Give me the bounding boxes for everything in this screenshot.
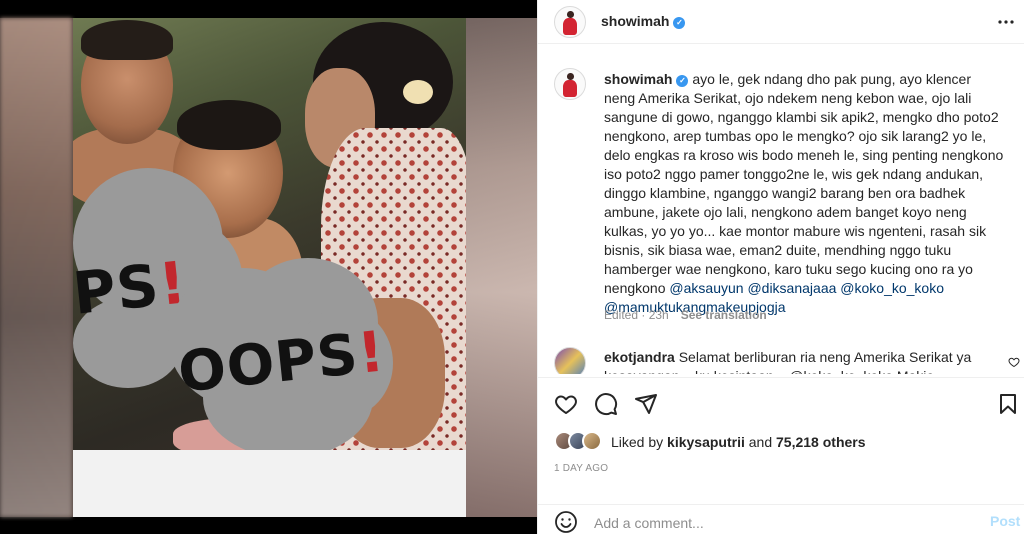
comment-bubble-icon[interactable]	[594, 392, 618, 416]
share-paper-plane-icon[interactable]	[634, 392, 658, 416]
verified-badge-icon: ✓	[676, 75, 689, 87]
liked-by-text[interactable]: Liked by kikysaputrii and 75,218 others	[611, 434, 866, 450]
author-username[interactable]: showimah ✓	[601, 13, 686, 29]
photo-figure	[177, 100, 281, 150]
mention-link[interactable]: @aksauyun	[669, 280, 743, 296]
photo-figure	[81, 20, 173, 60]
comment-input[interactable]	[594, 513, 954, 533]
post-caption: showimah ✓ ayo le, gek ndang dho pak pung…	[604, 70, 1004, 317]
likes-summary: Liked by kikysaputrii and 75,218 others	[554, 431, 1014, 453]
comments-section[interactable]: showimah ✓ ayo le, gek ndang dho pak pung…	[538, 44, 1024, 374]
see-translation-link[interactable]: See translation	[681, 308, 767, 322]
mention-link[interactable]: @koko_ko_koko	[840, 280, 944, 296]
post-media[interactable]: PS! OOPS!	[0, 0, 537, 534]
avatar-figure	[563, 79, 578, 97]
comment-username[interactable]: ekotjandra	[604, 349, 675, 365]
post-header: showimah ✓	[538, 0, 1024, 44]
caption-meta: Edited · 23h See translation	[604, 308, 767, 322]
likes-middle: and	[744, 434, 777, 450]
bookmark-icon[interactable]	[996, 392, 1020, 416]
likes-count[interactable]: 75,218 others	[776, 434, 866, 450]
avatar[interactable]	[554, 6, 586, 38]
edited-timestamp: Edited · 23h	[604, 308, 669, 322]
avatar[interactable]	[554, 347, 586, 374]
avatar-figure	[567, 11, 574, 18]
photo-border	[73, 450, 466, 517]
avatar-figure	[567, 73, 574, 80]
like-comment-heart-icon[interactable]	[1008, 356, 1020, 368]
post-details-panel: showimah ✓ showimah ✓ ayo le, gek ndang dh…	[537, 0, 1024, 534]
heart-icon[interactable]	[554, 392, 578, 416]
likes-prefix: Liked by	[611, 434, 668, 450]
action-bar	[538, 377, 1024, 427]
add-comment-bar: Post	[538, 504, 1024, 534]
liker-username[interactable]: kikysaputrii	[667, 434, 745, 450]
avatar-figure	[563, 17, 578, 35]
caption-username[interactable]: showimah	[604, 71, 672, 87]
mention-link[interactable]: @diksanajaaa	[747, 280, 836, 296]
caption-text: ayo le, gek ndang dho pak pung, ayo klen…	[604, 71, 1004, 296]
media-blur-right	[466, 18, 537, 517]
verified-badge-icon: ✓	[673, 17, 686, 29]
post-timestamp[interactable]: 1 DAY AGO	[554, 463, 608, 474]
liker-avatar[interactable]	[582, 431, 602, 451]
emoji-icon[interactable]	[554, 510, 578, 534]
post-comment-button[interactable]: Post	[990, 513, 1020, 529]
post-photo: PS! OOPS!	[73, 18, 466, 450]
comment: ekotjandra Selamat berliburan ria neng A…	[604, 348, 994, 374]
photo-figure	[403, 80, 433, 104]
media-blur-left	[0, 18, 72, 517]
more-options-icon[interactable]	[996, 12, 1016, 32]
avatar[interactable]	[554, 68, 586, 100]
author-username-text: showimah	[601, 13, 670, 29]
